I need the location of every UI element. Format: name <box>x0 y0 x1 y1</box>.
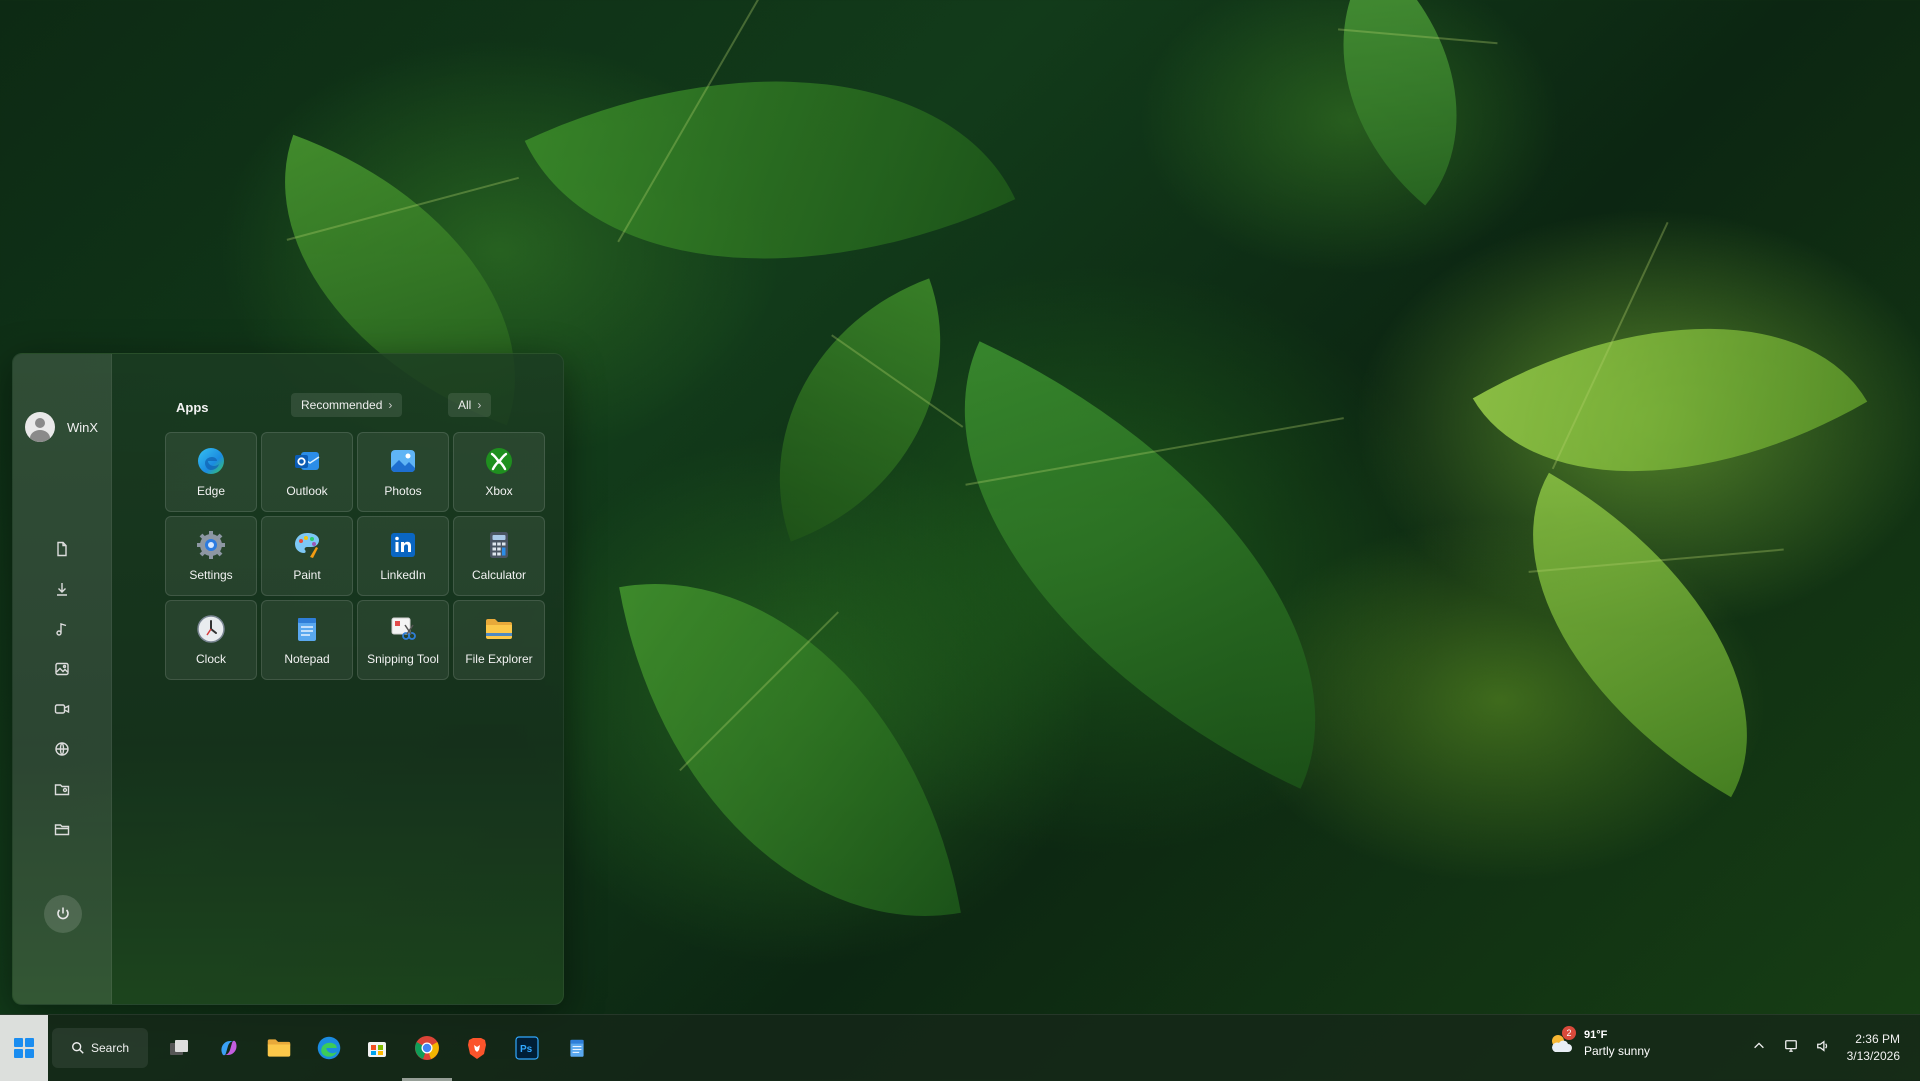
app-tile-clock[interactable]: Clock <box>165 600 257 680</box>
weather-widget[interactable]: 2 91°F Partly sunny <box>1548 1026 1651 1059</box>
power-button[interactable] <box>44 895 82 933</box>
search-button[interactable]: Search <box>52 1028 148 1068</box>
volume-icon[interactable] <box>1816 1039 1830 1053</box>
chevron-right-icon: › <box>477 398 482 412</box>
personal-folder-icon[interactable] <box>13 769 111 809</box>
recommended-button[interactable]: Recommended › <box>291 393 403 417</box>
app-tile-file-explorer[interactable]: File Explorer <box>453 600 545 680</box>
app-tile-outlook[interactable]: Outlook <box>261 432 353 512</box>
app-tile-settings[interactable]: Settings <box>165 516 257 596</box>
power-icon <box>57 907 69 920</box>
network-icon[interactable] <box>1784 1039 1798 1053</box>
network-icon[interactable] <box>13 729 111 769</box>
start-button[interactable] <box>0 1015 48 1081</box>
system-tray <box>1752 1039 1830 1053</box>
chevron-up-icon[interactable] <box>1752 1039 1766 1053</box>
snipping-tool-icon <box>388 614 418 644</box>
windows-logo-icon <box>14 1038 34 1058</box>
app-tile-linkedin[interactable]: LinkedIn <box>357 516 449 596</box>
store-icon[interactable] <box>358 1029 396 1067</box>
taskbar: Search Ps 2 91°F Partly sunny 2:36 PM 3/… <box>0 1014 1920 1081</box>
chevron-right-icon: › <box>388 398 393 412</box>
apps-grid: Edge Outlook Photos Xbox Settings Paint … <box>165 432 545 680</box>
weather-condition: Partly sunny <box>1584 1044 1651 1058</box>
all-apps-button[interactable]: All › <box>448 393 492 417</box>
apps-heading: Apps <box>176 400 209 415</box>
start-menu: WinX Apps Recommended › All › Edge Outlo… <box>12 353 564 1005</box>
chrome-icon[interactable] <box>402 1029 452 1081</box>
calculator-icon <box>484 530 514 560</box>
search-icon <box>72 1042 84 1054</box>
app-tile-calculator[interactable]: Calculator <box>453 516 545 596</box>
xbox-icon <box>484 446 514 476</box>
weather-badge: 2 <box>1562 1026 1576 1040</box>
app-tile-snipping-tool[interactable]: Snipping Tool <box>357 600 449 680</box>
task-view-icon[interactable] <box>160 1029 198 1067</box>
notepad-icon <box>292 614 322 644</box>
photos-icon <box>388 446 418 476</box>
app-tile-paint[interactable]: Paint <box>261 516 353 596</box>
user-name: WinX <box>67 419 99 435</box>
clock-icon <box>196 614 226 644</box>
notepad-icon[interactable] <box>558 1029 596 1067</box>
clock-date: 3/13/2026 <box>1846 1049 1900 1063</box>
linkedin-icon <box>388 530 418 560</box>
documents-icon[interactable] <box>13 529 111 569</box>
start-menu-rail: WinX <box>13 354 112 1004</box>
weather-temp: 91°F <box>1584 1029 1608 1041</box>
edge-icon[interactable] <box>310 1029 348 1067</box>
copilot-icon[interactable] <box>210 1029 248 1067</box>
brave-icon[interactable] <box>458 1029 496 1067</box>
avatar <box>25 412 55 442</box>
file-explorer-icon[interactable] <box>13 809 111 849</box>
file-explorer-icon <box>484 614 514 644</box>
videos-icon[interactable] <box>13 689 111 729</box>
user-account[interactable]: WinX <box>25 412 98 442</box>
svg-text:Ps: Ps <box>520 1044 533 1055</box>
app-tile-edge[interactable]: Edge <box>165 432 257 512</box>
downloads-icon[interactable] <box>13 569 111 609</box>
paint-icon <box>292 530 322 560</box>
app-tile-notepad[interactable]: Notepad <box>261 600 353 680</box>
photoshop-icon[interactable]: Ps <box>508 1029 546 1067</box>
partly-sunny-icon: 2 <box>1548 1026 1576 1056</box>
app-tile-photos[interactable]: Photos <box>357 432 449 512</box>
settings-icon <box>196 530 226 560</box>
edge-icon <box>196 446 226 476</box>
outlook-icon <box>292 446 322 476</box>
clock-time: 2:36 PM <box>1855 1032 1900 1046</box>
file-explorer-icon[interactable] <box>260 1029 298 1067</box>
app-tile-xbox[interactable]: Xbox <box>453 432 545 512</box>
pictures-icon[interactable] <box>13 649 111 689</box>
music-icon[interactable] <box>13 609 111 649</box>
taskbar-clock[interactable]: 2:36 PM 3/13/2026 <box>1847 1031 1900 1065</box>
